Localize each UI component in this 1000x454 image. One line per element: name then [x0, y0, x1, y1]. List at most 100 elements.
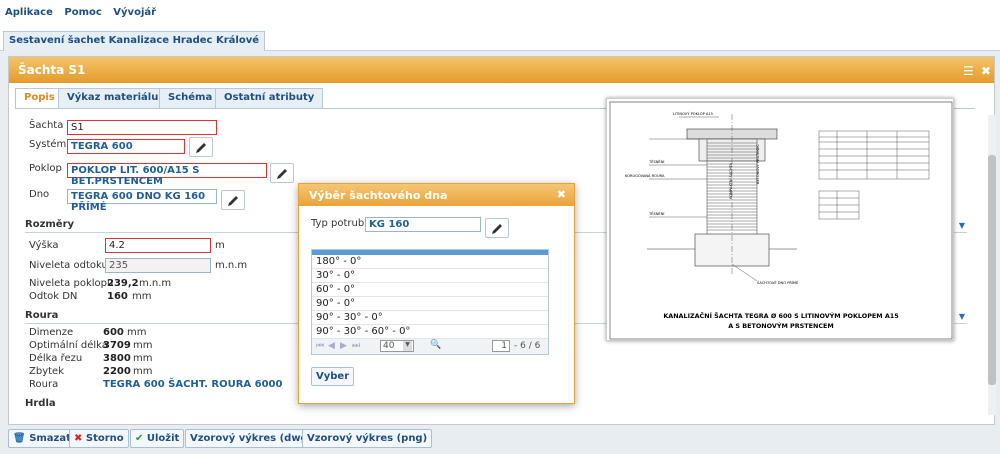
zbytek-value: 2200	[103, 366, 131, 377]
vyska-unit: m	[215, 240, 225, 251]
niveleta-poklopu-label: Niveleta poklopu	[29, 278, 114, 289]
pencil-icon	[228, 196, 238, 206]
menu-pomoc[interactable]: Pomoc	[64, 7, 101, 18]
scrollbar-thumb[interactable]	[988, 155, 996, 385]
grid-row[interactable]: 90° - 30° - 60° - 0°	[312, 325, 548, 339]
ulozit-label: Uložit	[146, 433, 180, 444]
dialog-close-icon[interactable]: ✖	[557, 188, 566, 201]
panel-header: Šachta S1 ☰ ✖	[9, 57, 994, 83]
grid-pager: ⏮ ◀ ▶ ⏭ 40 ▼ 🔍 1 - 6 / 6	[312, 339, 548, 354]
pencil-icon	[196, 143, 206, 153]
niveleta-odtoku-unit: m.n.m	[215, 260, 248, 271]
optimalni-label: Optimální délka	[29, 340, 108, 351]
menu-aplikace[interactable]: Aplikace	[5, 7, 53, 18]
edit-typ-button[interactable]	[485, 218, 509, 238]
odtok-unit: mm	[132, 291, 152, 302]
pager-next-icon[interactable]: ▶	[340, 341, 347, 351]
drawing-label-tesneni2: TĚSNĚNÍ	[648, 211, 664, 216]
pager-prev-icon[interactable]: ◀	[328, 341, 335, 351]
section-rozmery-title: Rozměry	[25, 219, 75, 230]
storno-label: Storno	[85, 433, 124, 444]
delka-value: 3800	[103, 353, 131, 364]
ulozit-button[interactable]: ✔ Uložit	[130, 429, 185, 448]
optimalni-value: 3709	[103, 340, 131, 351]
dimenze-label: Dimenze	[29, 327, 74, 338]
system-field[interactable]: TEGRA 600	[67, 139, 185, 154]
search-icon[interactable]: 🔍	[430, 340, 441, 350]
drawing-label-poklop: LITINOVÝ POKLOP A15	[673, 111, 713, 116]
smazat-button[interactable]: 🗑 Smazat	[8, 429, 76, 448]
drawing-label-tesneni1: TĚSNĚNÍ	[648, 159, 664, 164]
scheme-drawing: LITINOVÝ POKLOP A15 BETONOVÝ PRSTENEC TĚ…	[606, 98, 954, 341]
document-tab[interactable]: Sestavení šachet Kanalizace Hradec Králo…	[3, 31, 265, 52]
select-bottom-dialog: Výběr šachtového dna ✖ Typ potrubí KG 16…	[298, 183, 575, 404]
storno-button[interactable]: ✖ Storno	[69, 429, 129, 448]
tab-popis[interactable]: Popis	[15, 88, 64, 108]
vzorovy-vykres-dwg-button[interactable]: Vzorový výkres (dwg)	[185, 429, 318, 448]
odtok-label: Odtok DN	[29, 291, 78, 302]
niveleta-odtoku-label: Niveleta odtoku	[29, 260, 108, 271]
scrollbar[interactable]	[988, 115, 996, 415]
grid-row[interactable]: 90° - 0°	[312, 297, 548, 311]
dno-label: Dno	[29, 189, 50, 200]
menu-icon[interactable]: ☰	[963, 64, 974, 78]
dimenze-unit: mm	[127, 327, 147, 338]
page-info: - 6 / 6	[514, 341, 541, 351]
niveleta-poklopu-value: 239,2	[107, 278, 139, 289]
dno-field[interactable]: TEGRA 600 DNO KG 160 PŘÍMÉ	[67, 189, 217, 213]
grid-row[interactable]: 180° - 0°	[312, 255, 548, 269]
edit-system-button[interactable]	[189, 137, 213, 157]
vyska-input[interactable]: 4.2	[105, 238, 211, 253]
pencil-icon	[277, 169, 287, 179]
panel-title: Šachta S1	[18, 63, 86, 77]
optimalni-unit: mm	[133, 340, 153, 351]
bottom-grid: 180° - 0° 30° - 0° 60° - 0° 90° - 0° 90°…	[311, 249, 549, 355]
roura-value[interactable]: TEGRA 600 ŠACHT. ROURA 6000	[103, 379, 282, 390]
trash-icon: 🗑	[13, 433, 26, 444]
main-menu: Aplikace Pomoc Vývojář	[0, 0, 1000, 22]
odtok-value: 160	[107, 291, 128, 302]
pager-last-icon[interactable]: ⏭	[352, 341, 360, 351]
page-number-input[interactable]: 1	[492, 340, 510, 352]
roura-label: Roura	[29, 379, 59, 390]
drawing-caption-line2: A S BETONOVÝM PRSTENCEM	[728, 321, 834, 330]
poklop-field[interactable]: POKLOP LIT. 600/A15 S BET.PRSTENCEM	[67, 163, 267, 187]
edit-dno-button[interactable]	[221, 190, 245, 210]
drawing-label-korugovana: KORUGOVANÁ ROURA	[625, 173, 665, 178]
close-icon[interactable]: ✖	[981, 64, 991, 78]
poklop-label: Poklop	[29, 163, 62, 174]
grid-row[interactable]: 30° - 0°	[312, 269, 548, 283]
smazat-label: Smazat	[29, 433, 71, 444]
chevron-down-icon: ▼	[403, 341, 412, 351]
vyber-button[interactable]: Vyber	[311, 367, 355, 386]
dialog-header: Výběr šachtového dna ✖	[299, 184, 574, 206]
tab-ostatni-atributy[interactable]: Ostatní atributy	[215, 88, 324, 108]
drawing-label-kompak: KOMPAKTNÍ ŠACHTA	[728, 162, 733, 199]
tab-schema[interactable]: Schéma	[159, 88, 222, 108]
drawing-label-dno: ŠACHTOVÉ DNO PŘÍMÉ	[757, 280, 799, 285]
vzorovy-vykres-png-button[interactable]: Vzorový výkres (png)	[302, 429, 433, 448]
section-hrdla-title: Hrdla	[25, 398, 56, 409]
niveleta-odtoku-input[interactable]: 235	[105, 258, 211, 273]
vyska-label: Výška	[29, 240, 59, 251]
checkmark-icon: ✔	[135, 433, 144, 444]
pager-first-icon[interactable]: ⏮	[316, 341, 324, 351]
chevron-down-icon[interactable]: ▼	[959, 312, 965, 321]
sachta-label: Šachta	[29, 120, 64, 131]
grid-row[interactable]: 60° - 0°	[312, 283, 548, 297]
tab-vykaz-materialu[interactable]: Výkaz materiálu	[58, 88, 168, 108]
edit-poklop-button[interactable]	[270, 163, 294, 183]
sachta-input[interactable]: S1	[67, 120, 217, 135]
menu-vyvojar[interactable]: Vývojář	[113, 7, 156, 18]
delka-label: Délka řezu	[29, 353, 83, 364]
page-size-select[interactable]: 40 ▼	[380, 340, 414, 352]
chevron-down-icon[interactable]: ▼	[959, 221, 965, 230]
typ-potrubi-field[interactable]: KG 160	[365, 217, 481, 232]
page-size-value: 40	[383, 341, 395, 351]
niveleta-poklopu-unit: m.n.m	[139, 278, 172, 289]
typ-potrubi-label: Typ potrubí	[311, 218, 367, 229]
grid-row[interactable]: 90° - 30° - 0°	[312, 311, 548, 325]
delka-unit: mm	[133, 353, 153, 364]
drawing-caption-line1: KANALIZAČNÍ ŠACHTA TEGRA Ø 600 S LITINOV…	[663, 311, 898, 320]
zbytek-unit: mm	[133, 366, 153, 377]
